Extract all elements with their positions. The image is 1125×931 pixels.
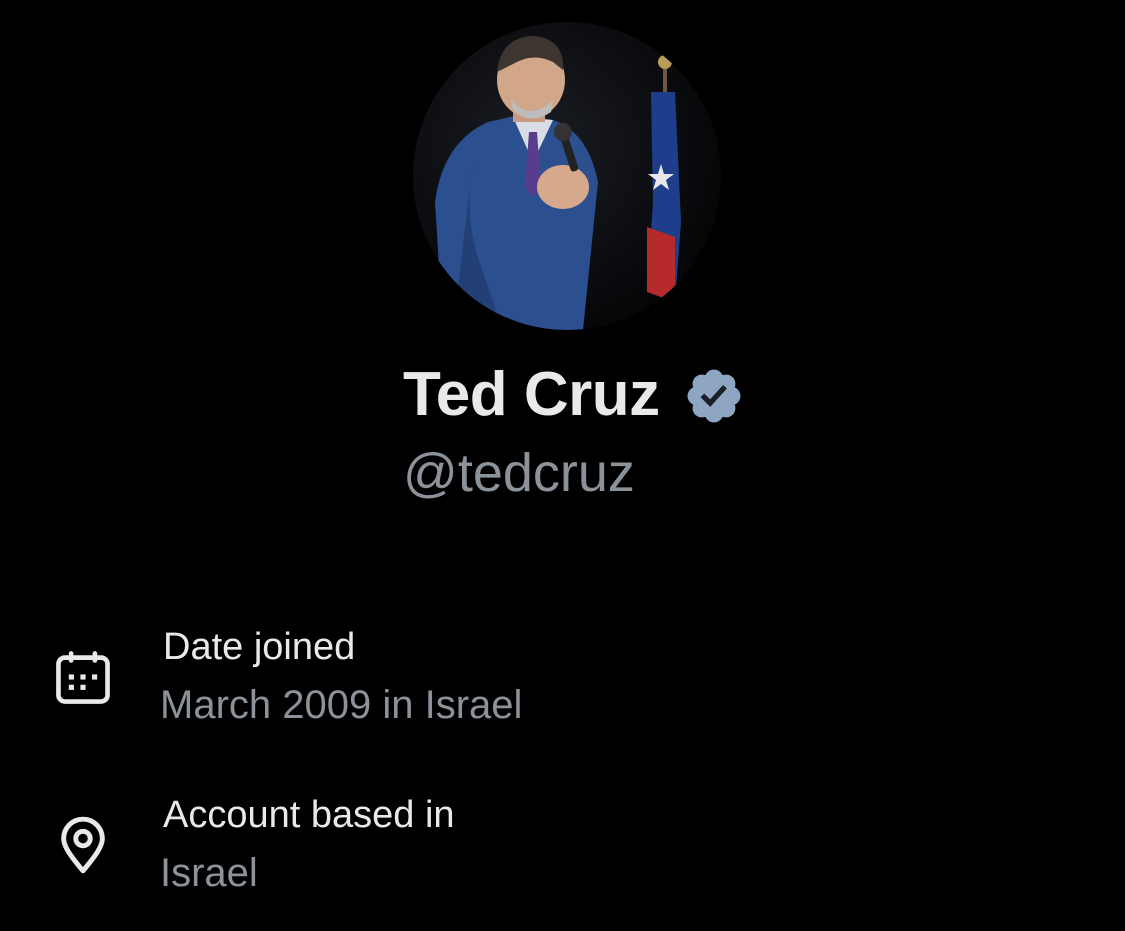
calendar-icon [56,651,110,704]
avatar[interactable] [413,22,721,330]
date-joined-value: March 2009 in Israel [160,683,523,727]
verified-badge-icon[interactable] [683,365,745,427]
location-pin-icon [61,816,105,874]
profile-name-row: Ted Cruz [0,355,1125,435]
account-based-row: Account based in Israel [0,790,1125,895]
display-name: Ted Cruz [403,360,660,429]
profile-handle: @tedcruz [403,443,635,503]
avatar-photo [413,22,721,330]
date-joined-label: Date joined [163,626,356,668]
account-based-label: Account based in [163,794,455,836]
account-based-value: Israel [160,851,258,895]
date-joined-row: Date joined March 2009 in Israel [0,622,1125,727]
